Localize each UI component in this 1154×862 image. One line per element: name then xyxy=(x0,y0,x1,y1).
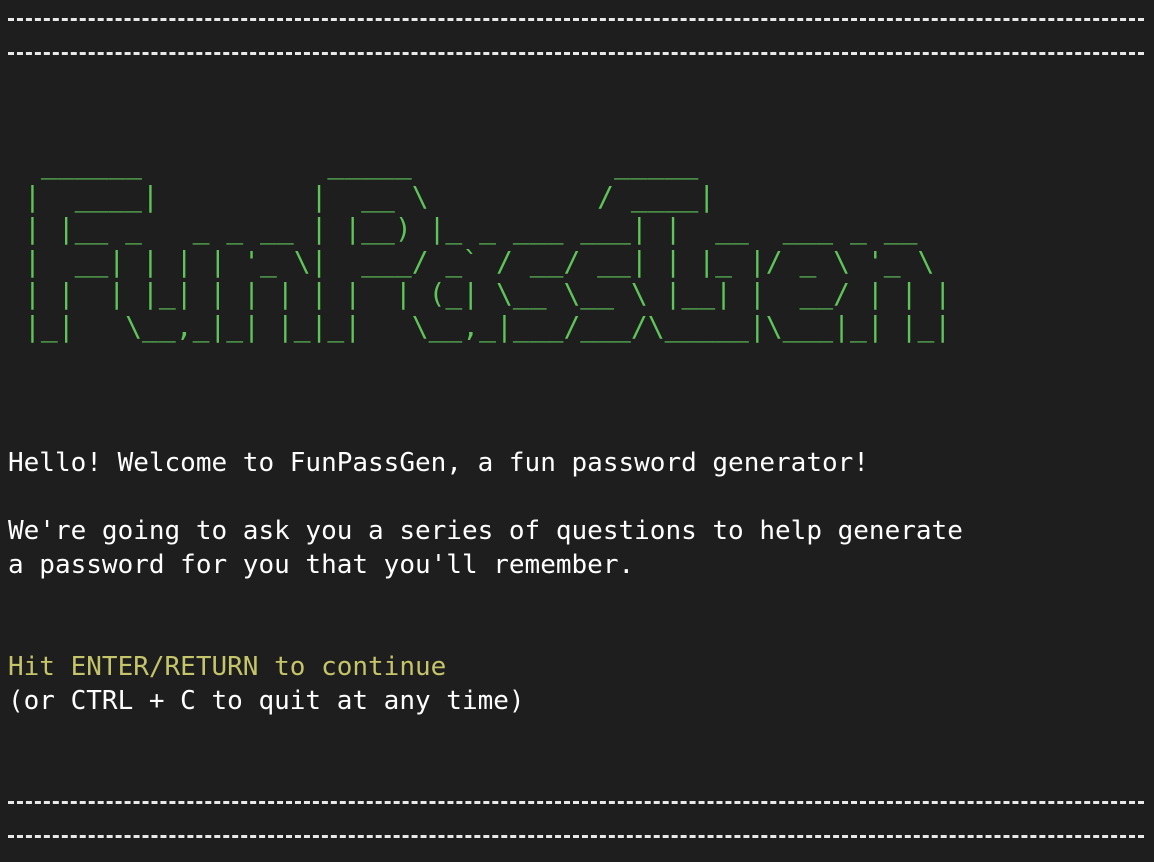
bottom-rule-1 xyxy=(8,801,1144,804)
top-rule-2 xyxy=(8,52,1144,55)
continue-prompt: Hit ENTER/RETURN to continue xyxy=(8,652,447,682)
bottom-rule-2 xyxy=(8,835,1144,838)
funpassgen-banner: ______ _____ _____ | ____| | __ \ / ____… xyxy=(24,147,952,343)
welcome-text: Hello! Welcome to FunPassGen, a fun pass… xyxy=(8,448,869,478)
top-rule-1 xyxy=(8,18,1144,21)
intro-text-2: a password for you that you'll remember. xyxy=(8,550,635,580)
quit-hint: (or CTRL + C to quit at any time) xyxy=(8,686,525,716)
intro-text-1: We're going to ask you a series of quest… xyxy=(8,516,963,546)
terminal-window[interactable]: ______ _____ _____ | ____| | __ \ / ____… xyxy=(0,0,1154,862)
